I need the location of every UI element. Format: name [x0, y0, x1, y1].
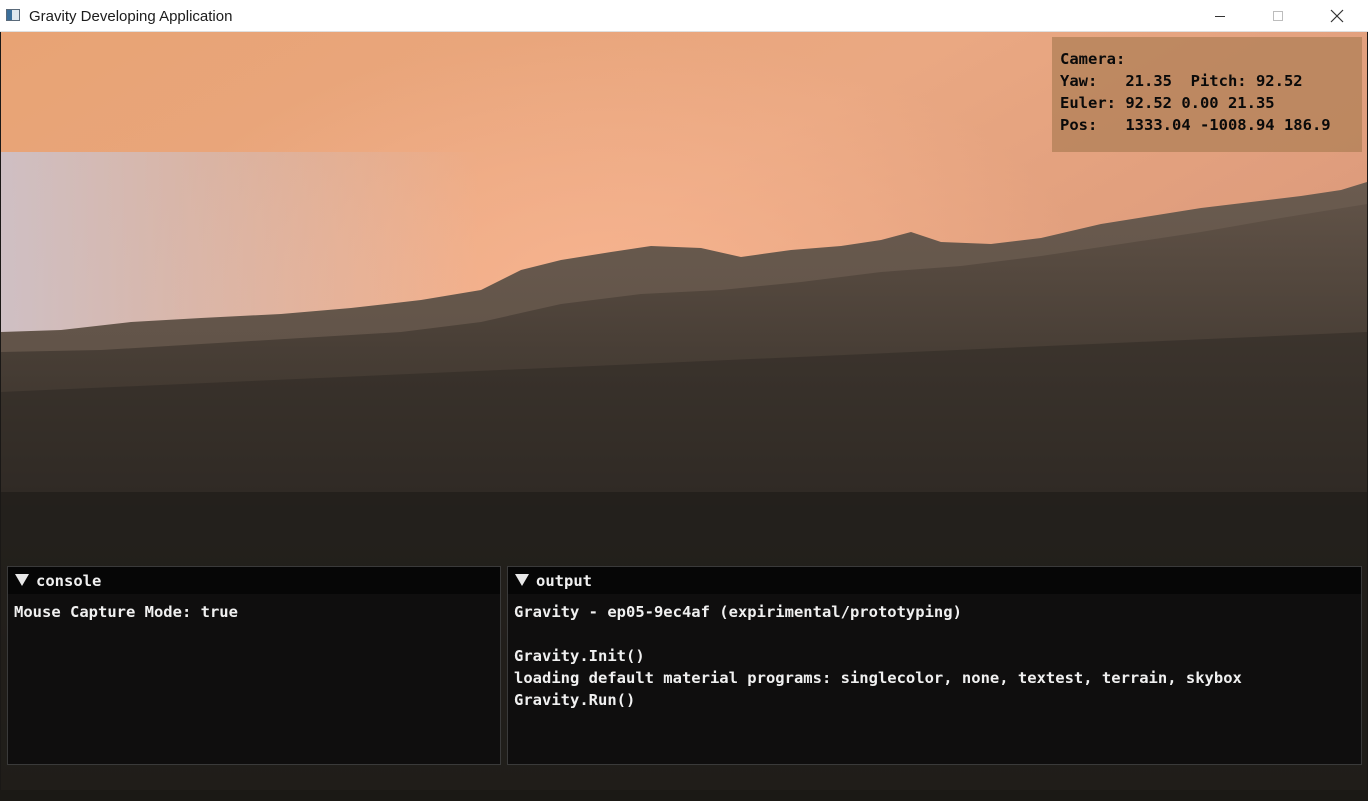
output-line: loading default material programs: singl… [514, 669, 1242, 687]
console-panel-header[interactable]: console [8, 567, 500, 594]
output-panel-title: output [536, 572, 592, 590]
console-log: Mouse Capture Mode: true [8, 594, 500, 623]
collapse-triangle-icon[interactable] [15, 574, 29, 586]
output-log: Gravity - ep05-9ec4af (expirimental/prot… [508, 594, 1361, 711]
output-panel-header[interactable]: output [508, 567, 1361, 594]
maximize-icon [1273, 11, 1283, 21]
camera-info-overlay: Camera: Yaw: 21.35 Pitch: 92.52 Euler: 9… [1052, 37, 1362, 152]
camera-yaw-pitch: Yaw: 21.35 Pitch: 92.52 [1060, 72, 1303, 90]
console-panel[interactable]: console Mouse Capture Mode: true [7, 566, 501, 765]
maximize-button[interactable] [1249, 0, 1307, 32]
output-line: Gravity.Init() [514, 647, 645, 665]
close-button[interactable] [1308, 0, 1366, 32]
viewport-bottom-edge [0, 790, 1368, 801]
output-line: Gravity.Run() [514, 691, 636, 709]
title-bar: Gravity Developing Application [0, 0, 1368, 32]
output-panel[interactable]: output Gravity - ep05-9ec4af (expiriment… [507, 566, 1362, 765]
app-window-icon [6, 9, 20, 21]
minimize-icon [1215, 16, 1225, 17]
collapse-triangle-icon[interactable] [515, 574, 529, 586]
camera-position: Pos: 1333.04 -1008.94 186.9 [1060, 116, 1331, 134]
minimize-button[interactable] [1191, 0, 1249, 32]
window-title: Gravity Developing Application [29, 8, 233, 25]
close-icon [1330, 9, 1344, 23]
camera-euler: Euler: 92.52 0.00 21.35 [1060, 94, 1275, 112]
console-panel-title: console [36, 572, 102, 590]
console-line: Mouse Capture Mode: true [14, 603, 238, 621]
output-line: Gravity - ep05-9ec4af (expirimental/prot… [514, 603, 962, 621]
camera-heading: Camera: [1060, 50, 1126, 68]
